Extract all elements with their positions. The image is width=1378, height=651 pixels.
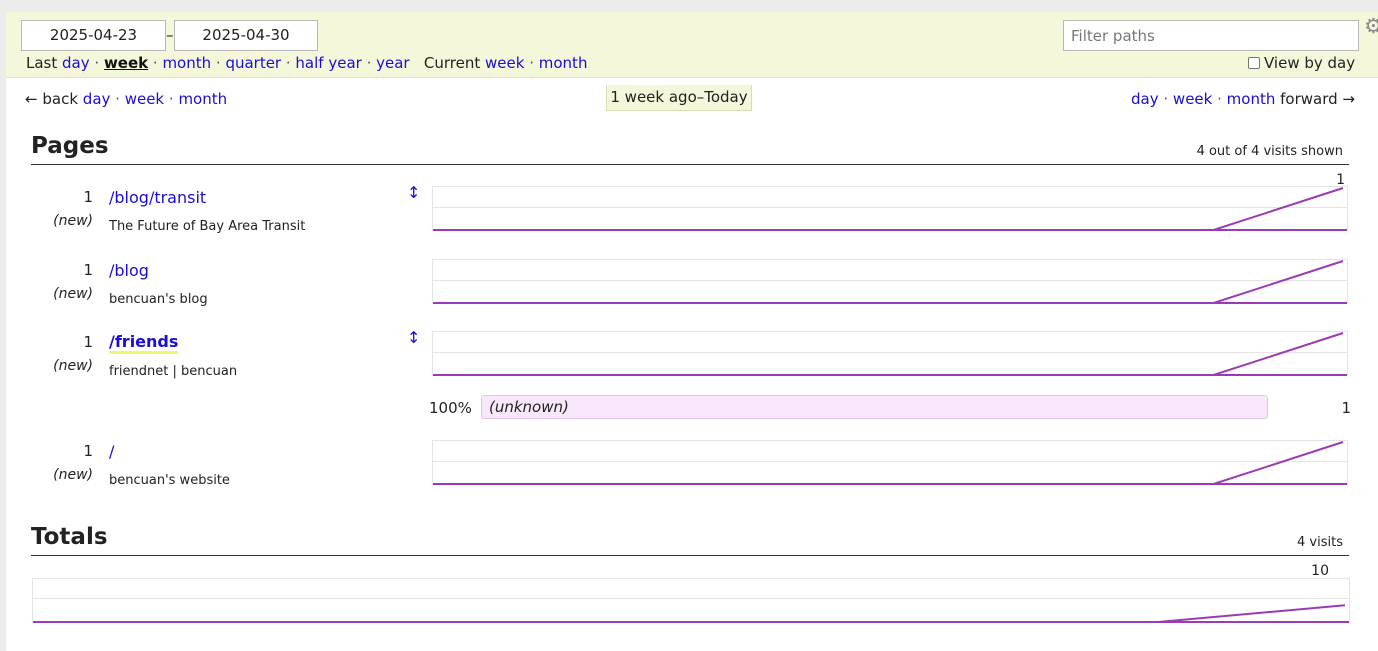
view-by-day-label: View by day <box>1264 54 1356 72</box>
range-current-month[interactable]: month <box>539 54 588 72</box>
pages-title: Pages <box>31 133 109 159</box>
range-last-year[interactable]: year <box>376 54 409 72</box>
page-visits-chart <box>432 259 1348 304</box>
back-month-link[interactable]: month <box>178 90 227 108</box>
page: 2025-04-23 – 2025-04-30 Filter paths ⚙ L… <box>6 12 1378 651</box>
forward-nav: day · week · month forward → <box>1131 90 1355 108</box>
gear-icon[interactable]: ⚙ <box>1364 14 1378 38</box>
end-date-input[interactable]: 2025-04-30 <box>174 20 318 51</box>
forward-month-link[interactable]: month <box>1227 90 1276 108</box>
page-visits-chart <box>432 440 1348 485</box>
page-visits-chart <box>432 186 1348 231</box>
page-title: The Future of Bay Area Transit <box>109 219 306 234</box>
forward-day-link[interactable]: day <box>1131 90 1159 108</box>
new-badge: (new) <box>53 286 93 302</box>
sparkline-svg <box>433 332 1347 376</box>
referrer-percent: 100% <box>429 399 472 417</box>
current-label: Current <box>423 54 481 72</box>
new-badge: (new) <box>53 213 93 229</box>
last-label: Last <box>26 54 58 72</box>
back-arrow-icon: ← <box>25 90 38 108</box>
page-title: friendnet | bencuan <box>109 364 238 379</box>
new-badge: (new) <box>53 358 93 374</box>
range-last-day[interactable]: day <box>62 54 90 72</box>
sparkline-svg <box>433 260 1347 304</box>
totals-summary: 4 visits <box>1297 535 1343 550</box>
range-last-month[interactable]: month <box>162 54 211 72</box>
range-last-quarter[interactable]: quarter <box>225 54 281 72</box>
visits-line <box>437 332 1344 376</box>
page-visit-count: 1 <box>83 261 93 279</box>
referrer-count: 1 <box>1341 399 1351 417</box>
page-title: bencuan's website <box>109 473 230 488</box>
forward-label: forward <box>1280 90 1338 108</box>
back-day-link[interactable]: day <box>83 90 111 108</box>
range-current-week[interactable]: week <box>485 54 524 72</box>
range-last-half-year[interactable]: half year <box>295 54 361 72</box>
new-badge: (new) <box>53 467 93 483</box>
page-path-link[interactable]: /blog/transit <box>109 188 206 207</box>
date-separator: – <box>166 26 174 44</box>
sparkline-svg <box>433 187 1347 231</box>
page-title: bencuan's blog <box>109 292 208 307</box>
back-week-link[interactable]: week <box>125 90 164 108</box>
expand-vertical-icon[interactable]: ↕ <box>407 183 420 202</box>
period-label: 1 week ago–Today <box>606 85 752 111</box>
referrer-bar[interactable]: (unknown) <box>481 395 1268 419</box>
range-links: Last day · week · month · quarter · half… <box>26 54 588 72</box>
start-date-input[interactable]: 2025-04-23 <box>21 20 166 51</box>
totals-divider <box>31 555 1349 556</box>
filter-paths-input[interactable]: Filter paths <box>1063 20 1359 51</box>
forward-arrow-icon: → <box>1342 90 1355 108</box>
pages-divider <box>31 164 1349 165</box>
sparkline-svg <box>33 604 1349 623</box>
forward-week-link[interactable]: week <box>1173 90 1212 108</box>
visits-line <box>437 260 1344 304</box>
checkbox-icon[interactable] <box>1248 57 1260 69</box>
page-path-link[interactable]: / <box>109 442 114 461</box>
back-nav: ← back day · week · month <box>25 90 228 108</box>
pages-summary: 4 out of 4 visits shown <box>1196 144 1343 159</box>
visits-line <box>37 604 1346 623</box>
sparkline-svg <box>433 441 1347 485</box>
page-visit-count: 1 <box>83 188 93 206</box>
page-visit-count: 1 <box>83 333 93 351</box>
totals-title: Totals <box>31 524 108 550</box>
visits-line <box>437 187 1344 231</box>
page-visits-chart <box>432 331 1348 376</box>
range-last-week[interactable]: week <box>104 54 148 72</box>
visits-line <box>437 441 1344 485</box>
totals-visits-chart <box>32 578 1350 623</box>
page-visit-count: 1 <box>83 442 93 460</box>
expand-vertical-icon[interactable]: ↕ <box>407 328 420 347</box>
view-by-day-toggle[interactable]: View by day <box>1248 54 1355 72</box>
back-label: back <box>42 90 79 108</box>
page-path-link[interactable]: /friends <box>109 332 179 354</box>
page-path-link[interactable]: /blog <box>109 261 149 280</box>
totals-chart-max-label: 10 <box>1311 563 1329 579</box>
filter-bar: 2025-04-23 – 2025-04-30 Filter paths ⚙ L… <box>6 12 1378 78</box>
